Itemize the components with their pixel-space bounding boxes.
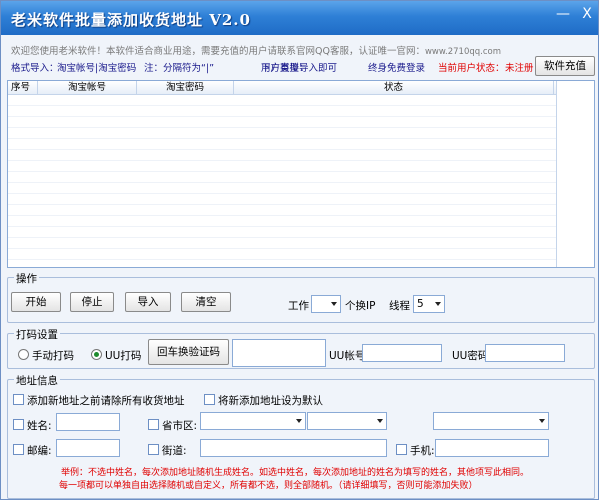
chevron-down-icon: [539, 419, 545, 423]
welcome-text: 欢迎您使用老米软件！本软件适合商业用途，需要充值的用户请联系官网QQ客服，认证唯…: [11, 46, 425, 57]
captcha-input[interactable]: [232, 339, 326, 367]
column-header-status[interactable]: 状态: [234, 81, 554, 95]
clear-button[interactable]: 清空: [181, 292, 231, 312]
province-select[interactable]: [200, 412, 306, 430]
recharge-button[interactable]: 软件充值: [535, 56, 595, 76]
name-checkbox[interactable]: [13, 419, 24, 430]
start-button[interactable]: 开始: [11, 292, 61, 312]
user-status-value: 未注册: [505, 63, 534, 74]
name-label: 姓名:: [27, 420, 52, 432]
set-default-label[interactable]: 将新添加地址设为默认: [218, 393, 323, 408]
separator-note: 注：分隔符为“|”: [144, 63, 215, 74]
phone-input[interactable]: [435, 439, 549, 457]
threads-select[interactable]: 5: [413, 295, 445, 313]
import-button[interactable]: 导入: [125, 292, 171, 312]
clear-addresses-checkbox[interactable]: [13, 394, 24, 405]
threads-value: 5: [417, 298, 424, 310]
account-table[interactable]: 序号 淘宝帐号 淘宝密码 状态: [7, 80, 595, 268]
welcome-message: 欢迎您使用老米软件！本软件适合商业用途，需要充值的用户请联系官网QQ客服，认证唯…: [11, 43, 501, 57]
operations-title: 操作: [14, 271, 39, 286]
format-value: 淘宝帐号|淘宝密码: [57, 63, 137, 74]
postcode-checkbox[interactable]: [13, 444, 24, 455]
uu-captcha-label[interactable]: UU打码: [105, 348, 141, 363]
example-note-line1: 举例：不选中姓名，每次添加地址随机生成姓名。如选中姓名，每次添加地址的姓名为填写…: [61, 468, 530, 478]
street-label: 街道:: [162, 445, 187, 457]
user-type-value: 终身免费登录: [368, 63, 426, 74]
postcode-label: 邮编:: [27, 445, 52, 457]
postcode-input[interactable]: [56, 439, 120, 457]
clear-addresses-label[interactable]: 添加新地址之前请除所有收货地址: [27, 393, 185, 408]
chevron-down-icon: [296, 419, 302, 423]
province-checkbox[interactable]: [148, 419, 159, 430]
chevron-down-icon: [377, 419, 383, 423]
format-info-row: 格式导入： 淘宝帐号|淘宝密码 注：分隔符为“|” 下方直接导入即可 用户类型：…: [11, 60, 596, 76]
uu-password-label: UU密码: [452, 350, 489, 362]
minimize-icon[interactable]: —: [553, 5, 573, 23]
column-header-password[interactable]: 淘宝密码: [137, 81, 234, 95]
user-status-label: 当前用户状态：: [438, 63, 505, 74]
manual-captcha-radio[interactable]: [18, 349, 29, 360]
stop-button[interactable]: 停止: [70, 292, 114, 312]
chevron-down-icon: [331, 302, 337, 306]
chevron-down-icon: [435, 302, 441, 306]
column-header-account[interactable]: 淘宝帐号: [38, 81, 137, 95]
manual-captcha-label[interactable]: 手动打码: [32, 348, 74, 363]
uu-account-input[interactable]: [362, 344, 442, 362]
threads-label: 线程: [389, 300, 410, 312]
work-label: 工作: [288, 300, 309, 312]
app-window: 老米软件批量添加收货地址 V2.0 — X 欢迎您使用老米软件！本软件适合商业用…: [0, 0, 599, 500]
change-ip-label: 个换IP: [345, 300, 376, 312]
title-bar[interactable]: 老米软件批量添加收货地址 V2.0 — X: [1, 1, 598, 35]
set-default-checkbox[interactable]: [204, 394, 215, 405]
address-info-title: 地址信息: [14, 373, 60, 388]
city-select[interactable]: [307, 412, 387, 430]
column-header-seq[interactable]: 序号: [8, 81, 38, 95]
street-input[interactable]: [200, 439, 387, 457]
captcha-settings-title: 打码设置: [14, 327, 60, 342]
work-count-select[interactable]: [311, 295, 341, 313]
phone-checkbox[interactable]: [396, 444, 407, 455]
table-scroll-area[interactable]: [556, 81, 594, 267]
uu-captcha-radio[interactable]: [91, 349, 102, 360]
change-captcha-button[interactable]: 回车换验证码: [148, 339, 229, 365]
format-label: 格式导入：: [11, 63, 59, 74]
window-title: 老米软件批量添加收货地址 V2.0: [11, 11, 251, 29]
name-input[interactable]: [56, 413, 120, 431]
province-label: 省市区:: [162, 420, 198, 432]
street-checkbox[interactable]: [148, 444, 159, 455]
official-site-link[interactable]: www.2710qq.com: [425, 47, 501, 57]
table-header: 序号 淘宝帐号 淘宝密码 状态: [8, 81, 594, 95]
example-note-line2: 每一项都可以单独自由选择随机或自定义，所有都不选，则全部随机。（请详细填写，否则…: [59, 481, 478, 491]
close-icon[interactable]: X: [577, 5, 597, 23]
uu-account-label: UU帐号: [329, 350, 366, 362]
table-body[interactable]: [8, 95, 558, 267]
phone-label: 手机:: [410, 445, 435, 457]
district-select[interactable]: [433, 412, 549, 430]
uu-password-input[interactable]: [485, 344, 565, 362]
